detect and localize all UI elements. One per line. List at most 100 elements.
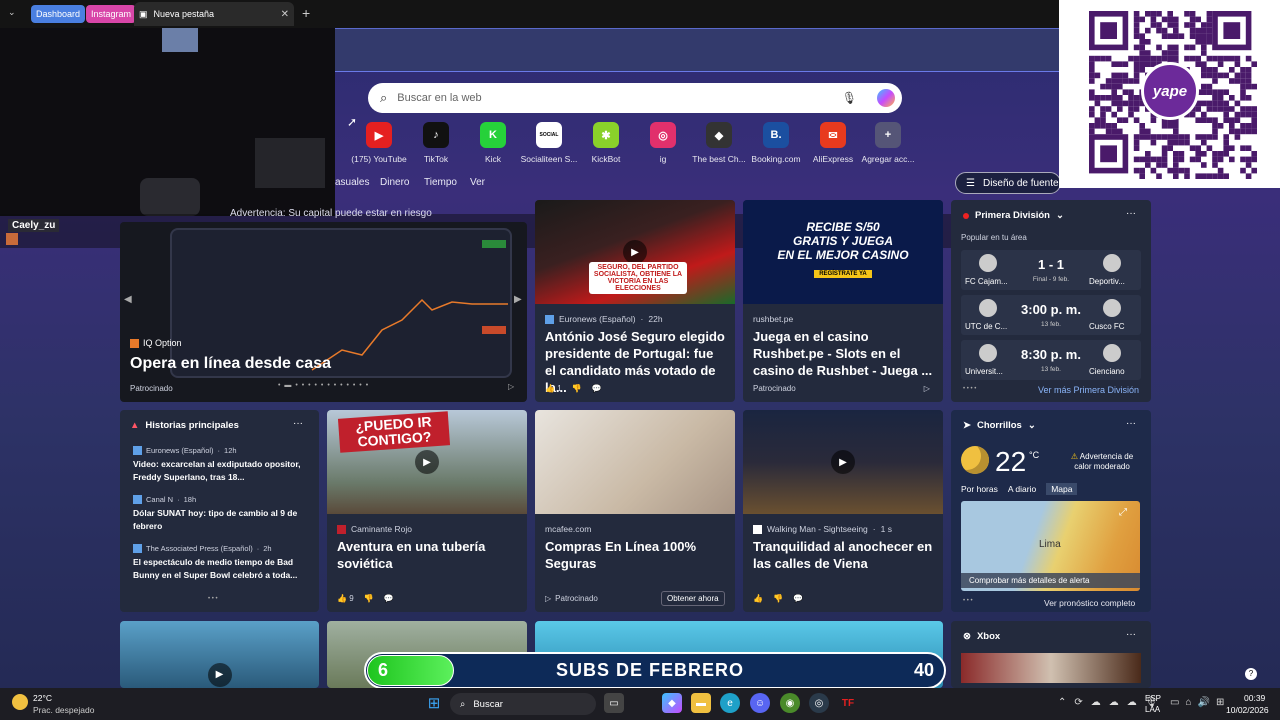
- app-icon-green[interactable]: ◉: [780, 693, 800, 713]
- see-more-league-link[interactable]: Ver más Primera División: [1038, 385, 1139, 395]
- news-title[interactable]: Juega en el casino Rushbet.pe - Slots en…: [753, 328, 933, 379]
- taskbar-search[interactable]: ⌕ Buscar: [450, 693, 596, 715]
- news-title[interactable]: Compras En Línea 100% Seguras: [545, 538, 725, 572]
- qr-module: [1156, 162, 1162, 168]
- more-options-icon[interactable]: ···: [1126, 629, 1136, 640]
- shortcut-tile[interactable]: + Agregar acc...: [855, 122, 921, 164]
- like-icon[interactable]: 👍 1: [545, 384, 562, 393]
- tab-group-instagram[interactable]: Instagram: [86, 5, 137, 23]
- clock-date[interactable]: 10/02/2026: [1226, 705, 1269, 715]
- qr-module: [1206, 117, 1213, 123]
- nav-link-casuales[interactable]: asuales: [335, 177, 369, 188]
- system-tray-icons[interactable]: ▭⌂🔊⊞: [1170, 697, 1230, 708]
- news-card-tuberia[interactable]: ¿PUEDO IR CONTIGO? ▶ Caminante Rojo Aven…: [327, 410, 527, 612]
- video-card-coast[interactable]: ▶: [120, 621, 319, 688]
- ad-info-icon[interactable]: ▷: [508, 382, 514, 391]
- steam-icon[interactable]: ◎: [809, 693, 829, 713]
- get-now-button[interactable]: Obtener ahora: [661, 591, 725, 606]
- help-icon[interactable]: ?: [1245, 668, 1257, 680]
- news-card-viena[interactable]: ▶ Walking Man - Sightseeing · 1 s Tranquil…: [743, 410, 943, 612]
- match-row[interactable]: UTC de C... Cusco FC 3:00 p. m. 13 feb.: [961, 295, 1141, 335]
- ad-info-icon[interactable]: ▷: [545, 594, 551, 603]
- clock-time[interactable]: 00:39: [1244, 693, 1265, 703]
- start-button-icon[interactable]: ⊞: [424, 693, 444, 713]
- qr-module: [1161, 162, 1168, 168]
- more-options-icon[interactable]: ···: [1126, 208, 1136, 219]
- comment-icon[interactable]: 💬: [384, 594, 394, 603]
- play-icon[interactable]: ▶: [831, 450, 855, 474]
- qr-module: [1245, 111, 1252, 118]
- qr-module: [1201, 173, 1207, 179]
- language-code-1[interactable]: ESP: [1145, 694, 1161, 703]
- weather-map[interactable]: Lima ⤢ Comprobar más detalles de alerta: [961, 501, 1140, 591]
- tab-map[interactable]: Mapa: [1046, 483, 1078, 495]
- alert-details-link[interactable]: Comprobar más detalles de alerta: [961, 573, 1140, 588]
- dislike-icon[interactable]: 👎: [364, 594, 374, 603]
- tiktok-live-icon[interactable]: TF: [838, 693, 858, 713]
- microphone-icon[interactable]: 🎙: [842, 91, 857, 105]
- page-top-band: [335, 28, 1060, 72]
- more-options-icon[interactable]: ···: [293, 418, 303, 429]
- nav-link-ver[interactable]: Ver: [470, 177, 485, 188]
- ad-card-rushbet[interactable]: RECIBE S/50 GRATIS Y JUEGA EN EL MEJOR C…: [743, 200, 943, 402]
- taskbar-condition[interactable]: Prac. despejado: [33, 705, 94, 715]
- story-item[interactable]: Canal N · 18h Dólar SUNAT hoy: tipo de camb…: [133, 495, 311, 532]
- search-input[interactable]: Buscar en la web: [397, 92, 481, 104]
- sports-header[interactable]: Primera División ⌄: [963, 210, 1064, 221]
- qr-module: [1105, 55, 1112, 62]
- comment-icon[interactable]: 💬: [592, 384, 602, 393]
- ad-card-mcafee[interactable]: mcafee.com Compras En Línea 100% Seguras…: [535, 410, 735, 612]
- carousel-next-icon[interactable]: ▶: [514, 294, 522, 305]
- carousel-prev-icon[interactable]: ◀: [124, 294, 132, 305]
- qr-module: [1105, 78, 1112, 84]
- match-row[interactable]: Universit... Cienciano 8:30 p. m. 13 feb.: [961, 340, 1141, 380]
- like-icon[interactable]: 👍 9: [337, 594, 354, 603]
- qr-module: [1229, 106, 1235, 112]
- weather-location[interactable]: ➤ Chorrillos ⌄: [963, 420, 1036, 431]
- dislike-icon[interactable]: 👎: [773, 594, 783, 603]
- task-view-icon[interactable]: ▭: [604, 693, 624, 713]
- copilot-icon[interactable]: [877, 89, 895, 107]
- weather-widget-icon[interactable]: [12, 694, 28, 710]
- tab-list-chevron-icon[interactable]: ⌄: [8, 7, 16, 18]
- like-icon[interactable]: 👍: [753, 594, 763, 603]
- language-code-2[interactable]: LAA: [1145, 705, 1160, 714]
- qr-module: [1145, 50, 1151, 56]
- news-title[interactable]: Aventura en una tubería soviética: [337, 538, 517, 572]
- xbox-header[interactable]: ⊗ Xbox: [963, 631, 1000, 642]
- discord-icon[interactable]: ☺: [750, 693, 770, 713]
- tab-hourly[interactable]: Por horas: [961, 484, 998, 495]
- more-options-icon[interactable]: ···: [1126, 418, 1136, 429]
- qr-module: [1184, 55, 1190, 62]
- tab-new-tab[interactable]: ▣ Nueva pestaña ✕: [134, 2, 294, 26]
- match-row[interactable]: FC Cajam... Deportiv... 1 - 1 Final - 9 feb…: [961, 250, 1141, 290]
- new-tab-plus-icon[interactable]: +: [302, 5, 310, 21]
- taskbar-temp[interactable]: 22°C: [33, 693, 52, 703]
- weather-alert[interactable]: ⚠ Advertencia de calor moderado: [1066, 452, 1138, 472]
- expand-icon[interactable]: ⤢: [1119, 507, 1127, 518]
- story-item[interactable]: Euronews (Español) · 12h Video: excarcelan …: [133, 446, 311, 483]
- play-icon[interactable]: ▶: [415, 450, 439, 474]
- nav-link-tiempo[interactable]: Tiempo: [424, 177, 457, 188]
- file-explorer-icon[interactable]: ▬: [691, 693, 711, 713]
- qr-module: [1245, 145, 1252, 151]
- edge-icon[interactable]: e: [720, 693, 740, 713]
- dislike-icon[interactable]: 👎: [572, 384, 582, 393]
- tab-daily[interactable]: A diario: [1008, 484, 1036, 495]
- comment-icon[interactable]: 💬: [793, 594, 803, 603]
- nav-link-dinero[interactable]: Dinero: [380, 177, 409, 188]
- copilot-taskbar-icon[interactable]: ◆: [662, 693, 682, 713]
- play-icon[interactable]: ▶: [207, 662, 232, 687]
- ad-title[interactable]: Opera en línea desde casa: [130, 355, 331, 373]
- close-tab-icon[interactable]: ✕: [281, 9, 289, 20]
- search-bar[interactable]: ⌕ Buscar en la web 🎙: [368, 83, 902, 113]
- ad-card-iq-option[interactable]: ◀ ▶ IQ Option Opera en línea desde casa …: [120, 222, 527, 402]
- play-icon[interactable]: ▶: [623, 240, 647, 264]
- ad-info-icon[interactable]: ▷: [924, 384, 930, 393]
- story-item[interactable]: The Associated Press (Español) · 2h El espe…: [133, 544, 311, 581]
- news-card-portugal[interactable]: ▶ SEGURO, DEL PARTIDO SOCIALISTA, OBTIEN…: [535, 200, 735, 402]
- news-title[interactable]: Tranquilidad al anochecer en las calles …: [753, 538, 933, 572]
- full-forecast-link[interactable]: Ver pronóstico completo: [1044, 598, 1135, 608]
- feed-design-button[interactable]: ☰ Diseño de fuente: [955, 172, 1061, 194]
- tab-group-dashboard[interactable]: Dashboard: [31, 5, 86, 23]
